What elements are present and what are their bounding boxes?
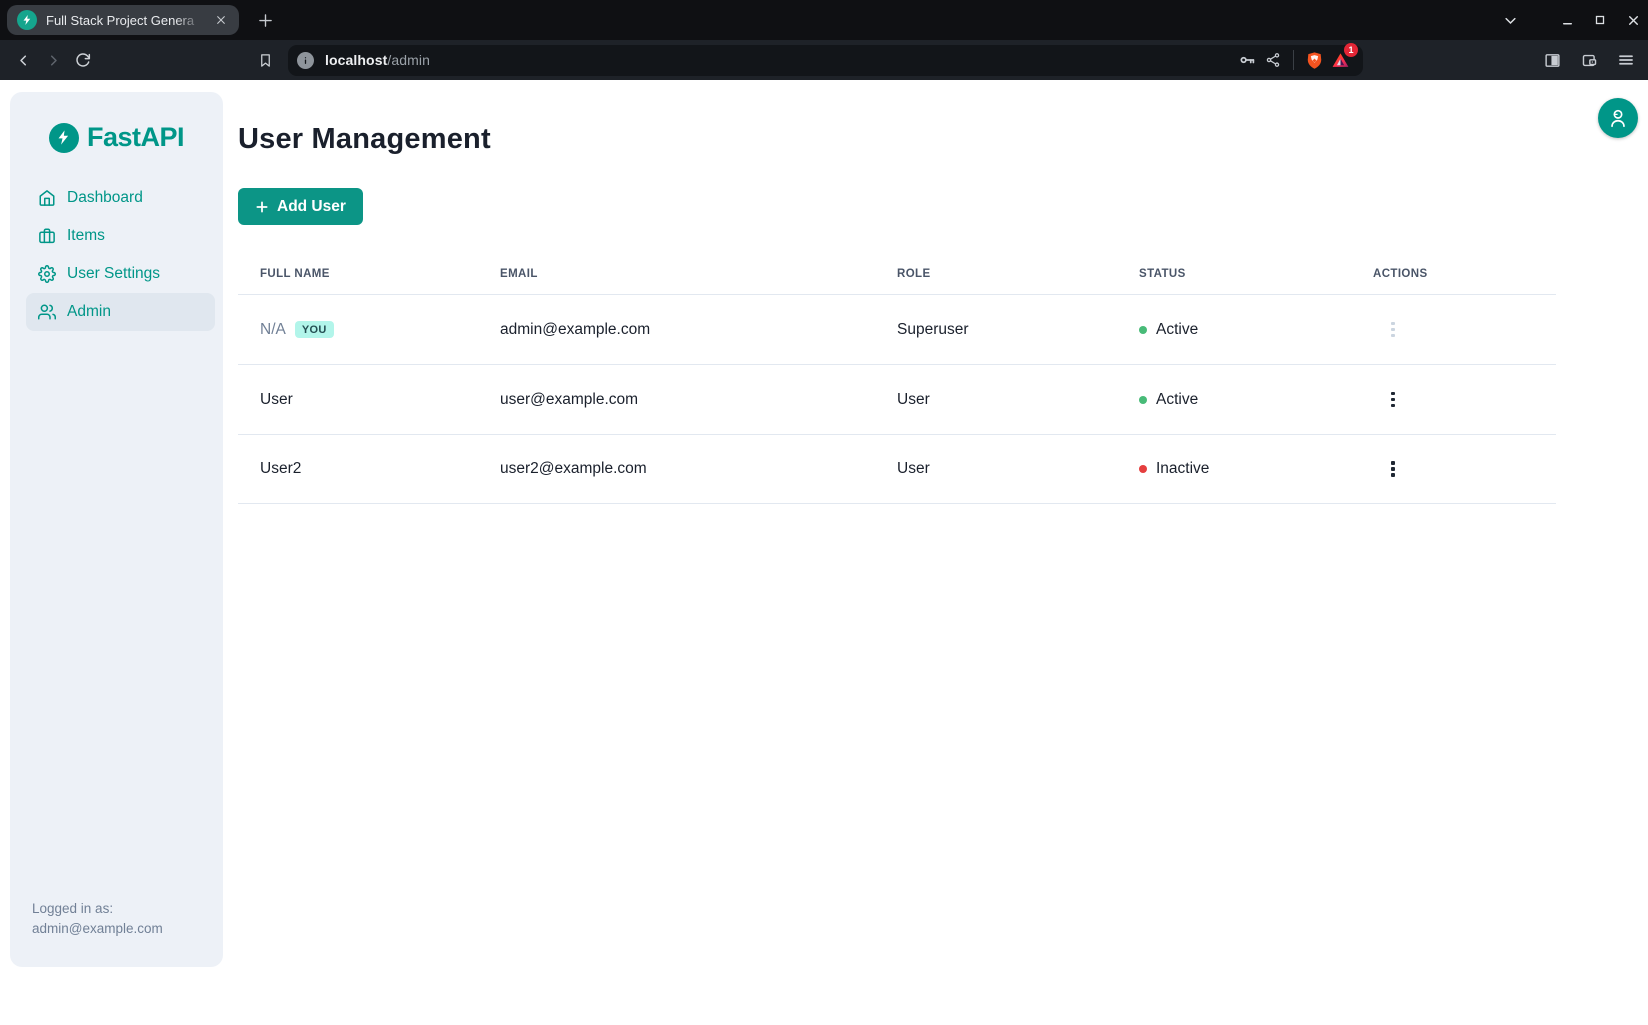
- fastapi-favicon-icon: [17, 10, 37, 30]
- sidebar-item-label: Items: [67, 227, 105, 245]
- sidebar-item-items[interactable]: Items: [26, 217, 215, 255]
- col-actions: ACTIONS: [1373, 268, 1556, 280]
- cell-email: admin@example.com: [500, 321, 897, 339]
- main-content: User Management Add User FULL NAME EMAIL…: [223, 80, 1648, 504]
- cell-full-name: N/A: [260, 321, 286, 339]
- table-row: User2 user2@example.com User Inactive: [238, 434, 1556, 504]
- browser-toolbar: localhost/admin 1: [0, 40, 1648, 80]
- bookmark-icon[interactable]: [250, 45, 280, 75]
- reload-icon[interactable]: [68, 45, 98, 75]
- fastapi-bolt-icon: [49, 123, 79, 153]
- sidebar-item-label: Admin: [67, 303, 111, 321]
- gear-icon: [38, 265, 56, 283]
- table-row: N/A YOU admin@example.com Superuser Acti…: [238, 294, 1556, 364]
- back-icon[interactable]: [8, 45, 38, 75]
- table-row: User user@example.com User Active: [238, 364, 1556, 434]
- table-header-row: FULL NAME EMAIL ROLE STATUS ACTIONS: [238, 254, 1556, 294]
- share-icon[interactable]: [1260, 47, 1286, 73]
- row-actions-menu-icon[interactable]: [1381, 388, 1405, 412]
- app-page: FastAPI Dashboard Items User Settings: [0, 80, 1648, 1025]
- person-icon: [1607, 107, 1629, 129]
- menu-hamburger-icon[interactable]: [1614, 48, 1638, 72]
- sidebar-item-user-settings[interactable]: User Settings: [26, 255, 215, 293]
- browser-tab[interactable]: Full Stack Project Genera: [7, 5, 239, 35]
- row-actions-menu-icon: [1381, 318, 1405, 342]
- col-full-name: FULL NAME: [260, 268, 500, 280]
- sidebar-item-dashboard[interactable]: Dashboard: [26, 179, 215, 217]
- status-dot-active: [1139, 396, 1147, 404]
- plus-icon: [255, 200, 269, 214]
- window-controls: [1502, 0, 1642, 40]
- add-user-button[interactable]: Add User: [238, 188, 363, 225]
- logged-in-label: Logged in as:: [32, 899, 223, 919]
- toolbar-right-group: [1540, 48, 1638, 72]
- add-user-label: Add User: [277, 198, 346, 216]
- cell-role: User: [897, 391, 1139, 409]
- minimize-icon[interactable]: [1559, 12, 1575, 28]
- you-badge: YOU: [295, 321, 334, 338]
- cell-email: user2@example.com: [500, 460, 897, 478]
- status-dot-inactive: [1139, 465, 1147, 473]
- tab-close-icon[interactable]: [212, 11, 230, 29]
- status-dot-active: [1139, 326, 1147, 334]
- tab-strip: Full Stack Project Genera: [0, 0, 1648, 40]
- sidebar-item-admin[interactable]: Admin: [26, 293, 215, 331]
- rewards-badge: 1: [1344, 43, 1358, 57]
- url-bar[interactable]: localhost/admin 1: [288, 45, 1363, 76]
- sidebar-nav: Dashboard Items User Settings Admin: [10, 179, 223, 331]
- col-email: EMAIL: [500, 268, 897, 280]
- col-role: ROLE: [897, 268, 1139, 280]
- users-icon: [38, 303, 56, 321]
- cell-full-name: User2: [260, 460, 301, 478]
- page-title: User Management: [238, 80, 1556, 156]
- logged-in-email: admin@example.com: [32, 919, 223, 939]
- sidebar-toggle-icon[interactable]: [1540, 48, 1564, 72]
- logo-text: FastAPI: [87, 122, 184, 153]
- new-tab-button[interactable]: [251, 6, 279, 34]
- row-actions-menu-icon[interactable]: [1381, 457, 1405, 481]
- browser-chrome: Full Stack Project Genera: [0, 0, 1648, 80]
- url-text: localhost/admin: [325, 52, 430, 68]
- cell-email: user@example.com: [500, 391, 897, 409]
- tab-title: Full Stack Project Genera: [46, 13, 203, 28]
- users-table: FULL NAME EMAIL ROLE STATUS ACTIONS N/A …: [238, 254, 1556, 504]
- sidebar-item-label: User Settings: [67, 265, 160, 283]
- col-status: STATUS: [1139, 268, 1373, 280]
- user-menu-avatar[interactable]: [1598, 98, 1638, 138]
- toolbar-divider: [1293, 50, 1294, 70]
- cell-role: User: [897, 460, 1139, 478]
- forward-icon[interactable]: [38, 45, 68, 75]
- brave-shield-icon[interactable]: [1301, 47, 1327, 73]
- home-icon: [38, 189, 56, 207]
- url-path: /admin: [387, 52, 430, 68]
- cell-role: Superuser: [897, 321, 1139, 339]
- cell-status: Active: [1156, 321, 1198, 339]
- sidebar-footer: Logged in as: admin@example.com: [10, 899, 223, 967]
- password-key-icon[interactable]: [1234, 47, 1260, 73]
- cell-full-name: User: [260, 391, 293, 409]
- url-host: localhost: [325, 52, 387, 68]
- wallet-icon[interactable]: [1577, 48, 1601, 72]
- tab-search-chevron-icon[interactable]: [1502, 12, 1518, 28]
- cell-status: Active: [1156, 391, 1198, 409]
- close-window-icon[interactable]: [1625, 12, 1641, 28]
- cell-status: Inactive: [1156, 460, 1209, 478]
- sidebar-item-label: Dashboard: [67, 189, 143, 207]
- briefcase-icon: [38, 227, 56, 245]
- site-info-icon[interactable]: [297, 52, 314, 69]
- maximize-icon[interactable]: [1592, 12, 1608, 28]
- fastapi-logo: FastAPI: [10, 122, 223, 153]
- sidebar: FastAPI Dashboard Items User Settings: [10, 92, 223, 967]
- brave-rewards-icon[interactable]: 1: [1327, 47, 1353, 73]
